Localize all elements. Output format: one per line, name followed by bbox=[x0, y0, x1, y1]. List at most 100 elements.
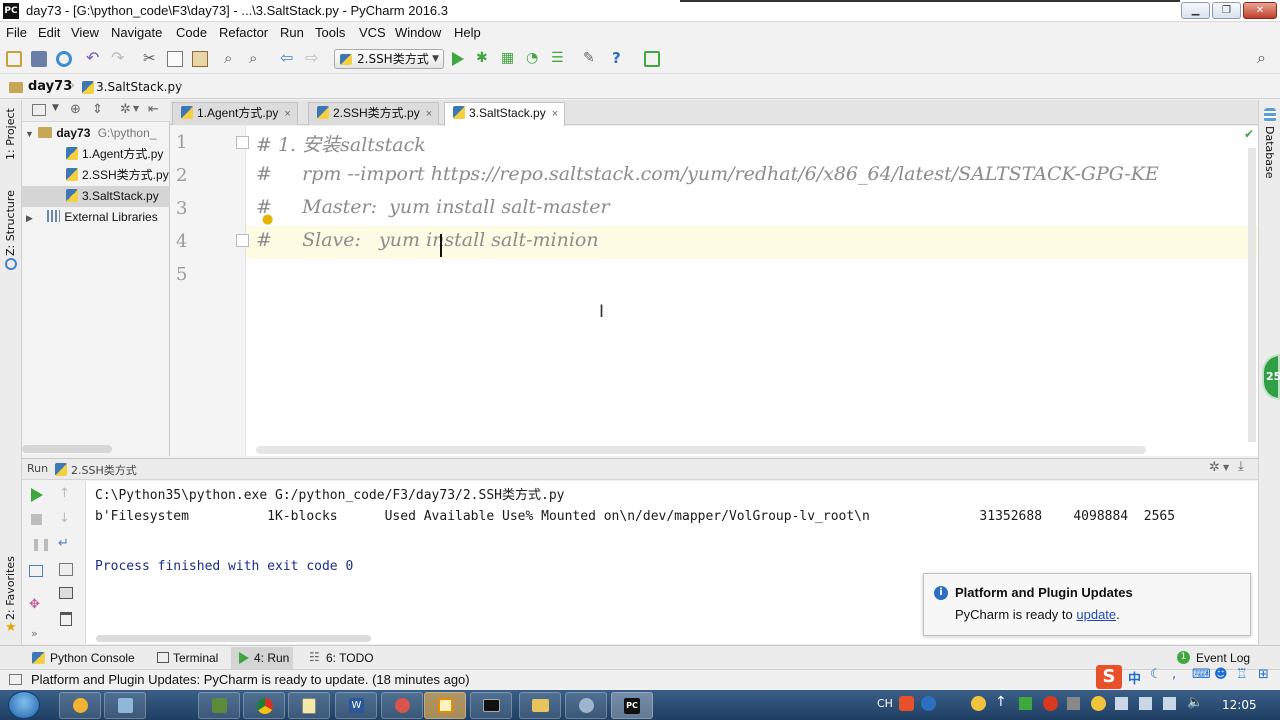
close-button[interactable]: ✕ bbox=[1243, 2, 1277, 19]
taskbar-word[interactable]: W bbox=[335, 692, 377, 719]
down-arrow-icon[interactable]: ↓ bbox=[59, 511, 70, 526]
tab-event-log[interactable]: Event Log bbox=[1196, 651, 1250, 665]
breadcrumb-project[interactable]: day73 bbox=[28, 79, 72, 94]
menu-code[interactable]: Code bbox=[176, 25, 207, 40]
profile-icon[interactable]: ◔ bbox=[526, 51, 542, 67]
tree-root-day73[interactable]: ▼ day73 G:\python_ bbox=[22, 123, 170, 144]
status-message[interactable]: Platform and Plugin Updates: PyCharm is … bbox=[31, 672, 470, 687]
tray-icon[interactable] bbox=[1115, 697, 1128, 710]
more-icon[interactable]: » bbox=[31, 627, 38, 640]
cut-icon[interactable]: ✂ bbox=[143, 51, 159, 67]
taskbar-pycharm[interactable]: PC bbox=[611, 692, 653, 719]
help-icon[interactable]: ? bbox=[612, 51, 628, 67]
back-icon[interactable]: ⇦ bbox=[280, 50, 296, 67]
stop-icon[interactable] bbox=[31, 514, 42, 525]
menu-navigate[interactable]: Navigate bbox=[111, 25, 162, 40]
tray-icon[interactable] bbox=[1067, 697, 1080, 710]
menu-file[interactable]: File bbox=[6, 25, 27, 40]
run-output-scrollbar[interactable] bbox=[96, 635, 371, 642]
taskbar-app-3[interactable] bbox=[198, 692, 240, 719]
plugin-icon[interactable] bbox=[644, 51, 660, 67]
tree-external-libraries[interactable]: ▶ External Libraries bbox=[22, 207, 170, 228]
taskbar-app-1[interactable] bbox=[59, 692, 101, 719]
open-folder-icon[interactable] bbox=[6, 51, 22, 67]
tree-file-3[interactable]: 3.SaltStack.py bbox=[22, 186, 170, 207]
start-button[interactable] bbox=[8, 691, 40, 719]
language-indicator[interactable]: CH bbox=[877, 697, 893, 710]
project-tool-tab[interactable]: 1: Project bbox=[4, 108, 17, 160]
update-notification[interactable]: i Platform and Plugin Updates PyCharm is… bbox=[923, 573, 1251, 636]
shirt-icon[interactable]: ♖ bbox=[1236, 667, 1248, 682]
menu-run[interactable]: Run bbox=[280, 25, 304, 40]
settings-wrench-icon[interactable]: ✎ bbox=[583, 51, 599, 67]
moon-icon[interactable]: ☾ bbox=[1150, 667, 1162, 682]
status-panel-toggle-icon[interactable] bbox=[9, 674, 22, 685]
menu-edit[interactable]: Edit bbox=[38, 25, 60, 40]
close-tab-icon[interactable]: × bbox=[552, 108, 558, 120]
menu-tools[interactable]: Tools bbox=[315, 25, 345, 40]
structure-tool-tab[interactable]: Z: Structure bbox=[4, 190, 17, 256]
fold-icon[interactable] bbox=[236, 136, 249, 149]
gear-icon[interactable]: ✲ bbox=[120, 102, 131, 117]
taskbar-notepad[interactable] bbox=[288, 692, 330, 719]
menu-view[interactable]: View bbox=[71, 25, 99, 40]
favorites-tool-tab[interactable]: 2: Favorites bbox=[4, 556, 17, 620]
expand-arrow-icon[interactable]: ▶ bbox=[26, 208, 36, 228]
maximize-button[interactable]: ❐ bbox=[1212, 2, 1241, 19]
database-tool-tab[interactable]: Database bbox=[1263, 126, 1276, 179]
tab-todo[interactable]: 6: TODO bbox=[326, 651, 374, 665]
view-mode-icon[interactable] bbox=[32, 104, 46, 116]
punctuation-icon[interactable]: , bbox=[1172, 667, 1176, 682]
menu-help[interactable]: Help bbox=[454, 25, 481, 40]
taskbar-app-6[interactable] bbox=[565, 692, 607, 719]
debug-icon[interactable]: ✱ bbox=[476, 51, 492, 67]
redo-icon[interactable]: ↷ bbox=[111, 50, 127, 67]
ime-mode[interactable]: 中 bbox=[1128, 668, 1141, 687]
fold-icon[interactable] bbox=[236, 234, 249, 247]
save-icon[interactable] bbox=[31, 51, 47, 67]
chevron-down-icon[interactable]: ▼ bbox=[1223, 463, 1229, 472]
sync-icon[interactable] bbox=[56, 51, 72, 67]
coverage-icon[interactable]: ▦ bbox=[501, 51, 517, 67]
clock[interactable]: 12:05 bbox=[1222, 698, 1257, 712]
tray-icon[interactable] bbox=[971, 696, 986, 711]
menu-vcs[interactable]: VCS bbox=[359, 25, 386, 40]
tab-ssh[interactable]: 2.SSH类方式.py × bbox=[308, 102, 440, 125]
keyboard-icon[interactable]: ⌨ bbox=[1192, 667, 1211, 682]
search-everywhere-icon[interactable]: ⌕ bbox=[1257, 50, 1273, 67]
print-icon[interactable] bbox=[59, 587, 73, 599]
menu-refactor[interactable]: Refactor bbox=[219, 25, 268, 40]
soft-wrap-icon[interactable]: ↵ bbox=[58, 536, 69, 551]
concurrency-icon[interactable]: ☰ bbox=[551, 51, 567, 67]
record-tray-icon[interactable] bbox=[1043, 696, 1058, 711]
pause-icon[interactable]: ❚❚ bbox=[31, 537, 51, 551]
undo-icon[interactable]: ↶ bbox=[86, 50, 102, 67]
tray-icon[interactable] bbox=[1163, 697, 1176, 710]
chevron-down-icon[interactable]: ▼ bbox=[133, 104, 139, 113]
minimize-button[interactable]: ▁ bbox=[1181, 2, 1210, 19]
taskbar-chrome[interactable] bbox=[243, 692, 285, 719]
tree-file-2[interactable]: 2.SSH类方式.py bbox=[22, 165, 170, 186]
hide-panel-icon[interactable]: ⇤ bbox=[148, 102, 159, 117]
update-link[interactable]: update bbox=[1076, 607, 1116, 622]
user-icon[interactable]: ☻ bbox=[1214, 667, 1228, 682]
collapse-all-icon[interactable]: ⇕ bbox=[92, 102, 103, 117]
tab-saltstack[interactable]: 3.SaltStack.py × bbox=[444, 102, 566, 126]
tray-icon[interactable] bbox=[1091, 696, 1106, 711]
volume-icon[interactable]: 🔈 bbox=[1187, 695, 1203, 710]
network-icon[interactable] bbox=[1139, 697, 1152, 710]
close-tab-icon[interactable]: × bbox=[284, 108, 290, 120]
arrow-tray-icon[interactable]: ↑ bbox=[995, 694, 1007, 710]
scroll-to-end-icon[interactable] bbox=[59, 563, 73, 576]
tab-run[interactable]: 4: Run bbox=[254, 651, 289, 665]
sogou-tray-icon[interactable] bbox=[899, 696, 914, 711]
grid-icon[interactable]: ⊞ bbox=[1258, 667, 1269, 682]
tray-icon[interactable] bbox=[1019, 697, 1032, 710]
project-scrollbar[interactable] bbox=[22, 445, 112, 453]
breadcrumb-file[interactable]: 3.SaltStack.py bbox=[96, 80, 182, 94]
find-icon[interactable]: ⌕ bbox=[224, 51, 240, 67]
hide-panel-icon[interactable]: ⤓ bbox=[1238, 459, 1244, 474]
close-tab-icon[interactable]: × bbox=[426, 108, 432, 120]
editor-vertical-scrollbar[interactable] bbox=[1248, 148, 1256, 442]
run-config-select[interactable]: 2.SSH类方式 ▼ bbox=[334, 49, 444, 69]
